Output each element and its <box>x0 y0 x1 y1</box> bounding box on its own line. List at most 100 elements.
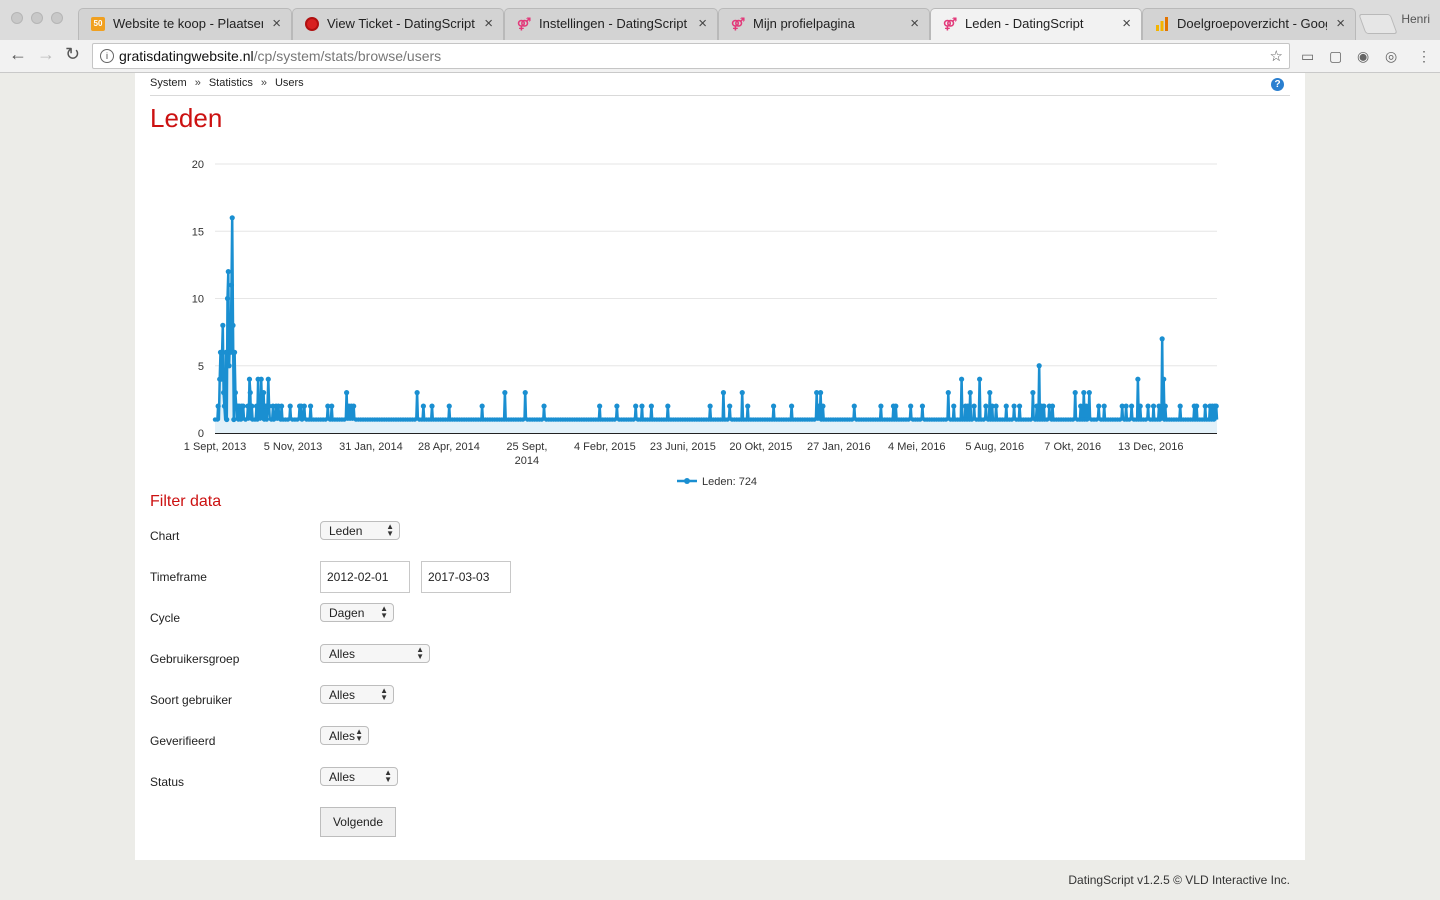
verified-select[interactable]: Alles ▲ ▼ <box>320 726 369 745</box>
cast-icon[interactable]: ▢ <box>1329 48 1342 65</box>
data-point <box>329 403 335 409</box>
select-arrows-icon: ▲ ▼ <box>386 522 394 538</box>
browser-tab[interactable]: View Ticket - DatingScript × <box>292 8 504 40</box>
data-point <box>226 363 232 369</box>
x-tick-label: 1 Sept, 2013 <box>184 441 246 453</box>
page-content: System» Statistics» Users ? Leden 0 5 10 15 20… <box>135 73 1305 860</box>
browser-tab[interactable]: ⚤ Instellingen - DatingScript × <box>504 8 718 40</box>
x-tick-label: 28 Apr, 2014 <box>418 441 480 453</box>
data-point <box>1081 390 1087 396</box>
data-point <box>1156 403 1162 409</box>
reload-icon[interactable]: ↻ <box>65 44 80 65</box>
data-point <box>770 403 777 409</box>
y-tick-label: 0 <box>198 428 204 440</box>
close-icon[interactable]: × <box>1122 15 1131 32</box>
data-point <box>1034 403 1040 409</box>
data-point <box>1083 403 1089 409</box>
data-point <box>739 390 745 396</box>
chart-select[interactable]: Leden ▲ ▼ <box>320 521 400 540</box>
datingscript-icon: ⚤ <box>517 17 532 31</box>
data-point <box>969 417 974 422</box>
data-point <box>943 417 949 422</box>
site-info-icon[interactable]: i <box>100 49 114 63</box>
close-icon[interactable]: × <box>484 15 493 32</box>
window-minimize-button[interactable] <box>31 12 43 24</box>
data-point <box>1096 403 1102 409</box>
data-point <box>1011 403 1017 409</box>
window-zoom-button[interactable] <box>51 12 63 24</box>
data-point <box>851 403 857 409</box>
user-type-label: Soort gebruiker <box>150 693 233 707</box>
cycle-label: Cycle <box>150 611 181 625</box>
close-icon[interactable]: × <box>1336 15 1345 32</box>
back-arrow-icon[interactable]: ← <box>9 44 27 65</box>
close-icon[interactable]: × <box>910 15 919 32</box>
x-tick-label: 27 Jan, 2016 <box>807 441 871 453</box>
timeframe-to-input[interactable]: 2017-03-03 <box>421 561 511 593</box>
extension-icon[interactable]: ▭ <box>1301 48 1314 65</box>
browser-tab[interactable]: Doelgroepoverzicht - Googl × <box>1142 8 1356 40</box>
user-group-label: Gebruikersgroep <box>150 652 240 666</box>
data-point <box>987 390 993 396</box>
new-tab-button[interactable] <box>1358 14 1398 34</box>
cycle-select[interactable]: Dagen ▲ ▼ <box>320 603 394 622</box>
y-tick-label: 5 <box>198 361 204 373</box>
data-point <box>264 417 269 422</box>
data-point <box>541 403 547 409</box>
next-button[interactable]: Volgende <box>320 807 396 837</box>
chart-label: Chart <box>150 529 180 543</box>
close-icon[interactable]: × <box>272 15 281 32</box>
data-point <box>502 390 508 396</box>
status-select[interactable]: Alles ▲ ▼ <box>320 767 398 786</box>
user-type-select-value: Alles <box>329 688 356 702</box>
browser-toolbar: ← → ↻ i gratisdatingwebsite.nl/cp/system… <box>0 40 1440 73</box>
forward-arrow-icon[interactable]: → <box>37 44 55 65</box>
data-point <box>951 403 957 409</box>
timeframe-label: Timeframe <box>150 570 207 584</box>
user-group-select-value: Alles <box>329 647 356 661</box>
data-point <box>1028 417 1033 422</box>
data-point <box>231 349 238 355</box>
ticket-icon <box>305 17 319 31</box>
bookmark-star-icon[interactable]: ☆ <box>1270 47 1283 65</box>
profile-name[interactable]: Henri <box>1401 12 1430 26</box>
tab-title: Doelgroepoverzicht - Googl <box>1177 16 1327 31</box>
data-point <box>249 403 255 409</box>
data-point <box>1009 417 1014 422</box>
data-point <box>965 403 971 409</box>
data-point <box>429 403 435 409</box>
extension-icon[interactable]: ◎ <box>1385 48 1397 65</box>
x-tick-label: 5 Aug, 2016 <box>965 441 1024 453</box>
data-point <box>215 417 220 422</box>
data-point <box>231 416 237 423</box>
data-point <box>301 403 307 409</box>
data-point <box>812 417 817 422</box>
data-point <box>344 390 350 396</box>
user-group-select[interactable]: Alles ▲ ▼ <box>320 644 430 663</box>
data-point <box>1129 403 1135 409</box>
legend-label: Leden: 724 <box>702 476 757 488</box>
analytics-icon <box>1155 17 1169 31</box>
browser-tab[interactable]: 50 Website te koop - Plaatsen × <box>78 8 292 40</box>
data-point <box>983 403 989 409</box>
footer-copyright: DatingScript v1.2.5 © VLD Interactive In… <box>1068 873 1290 887</box>
data-point <box>240 403 246 409</box>
timeframe-from-input[interactable]: 2012-02-01 <box>320 561 410 593</box>
close-icon[interactable]: × <box>698 15 707 32</box>
user-type-select[interactable]: Alles ▲ ▼ <box>320 685 394 704</box>
data-point <box>1157 417 1163 422</box>
browser-tab-active[interactable]: ⚤ Leden - DatingScript × <box>930 8 1142 40</box>
browser-tab[interactable]: ⚤ Mijn profielpagina × <box>718 8 930 40</box>
data-point <box>1094 417 1099 422</box>
data-point <box>342 417 347 422</box>
datingscript-icon: ⚤ <box>943 17 958 31</box>
data-point <box>295 417 300 422</box>
data-point <box>260 390 267 396</box>
address-bar[interactable]: i gratisdatingwebsite.nl/cp/system/stats… <box>92 43 1290 69</box>
menu-dots-icon[interactable]: ⋮ <box>1417 48 1431 65</box>
data-point <box>727 403 733 409</box>
select-arrows-icon: ▲ ▼ <box>384 768 392 784</box>
extension-icon[interactable]: ◉ <box>1357 48 1369 65</box>
data-point <box>220 322 226 328</box>
window-close-button[interactable] <box>11 12 23 24</box>
